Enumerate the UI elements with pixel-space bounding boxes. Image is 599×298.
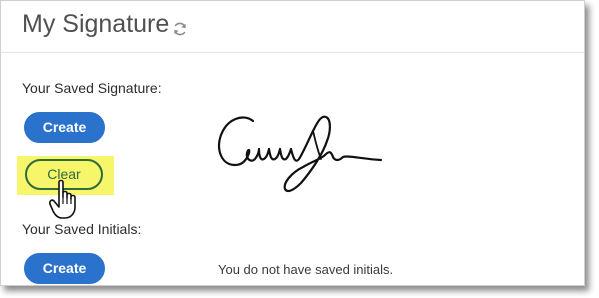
signature-image bbox=[218, 115, 383, 193]
signature-panel: My Signature Your Saved Signature: Creat… bbox=[0, 0, 585, 286]
page-title: My Signature bbox=[22, 10, 170, 38]
saved-signature-label: Your Saved Signature: bbox=[22, 80, 162, 96]
saved-initials-label: Your Saved Initials: bbox=[22, 221, 142, 237]
no-initials-message: You do not have saved initials. bbox=[218, 262, 394, 277]
create-initials-button[interactable]: Create bbox=[24, 253, 105, 284]
hand-pointer-icon bbox=[49, 179, 76, 219]
title-row: My Signature bbox=[1, 1, 584, 53]
refresh-icon[interactable] bbox=[172, 21, 188, 37]
create-signature-button[interactable]: Create bbox=[24, 112, 105, 143]
